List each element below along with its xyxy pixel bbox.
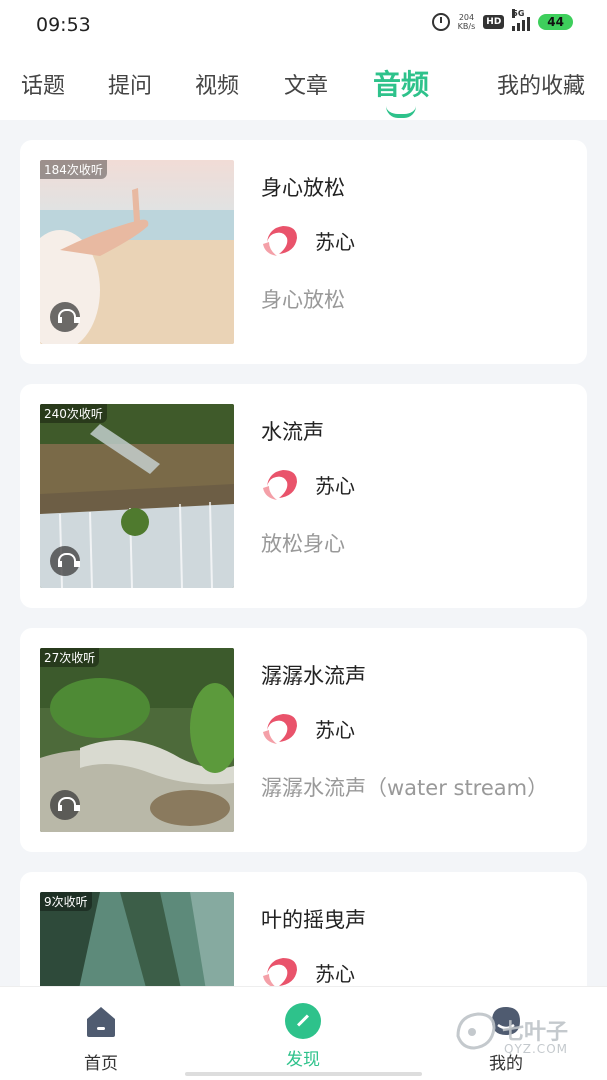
- nav-home-label: 首页: [84, 1054, 118, 1074]
- author-logo-icon: [263, 958, 297, 988]
- nav-discover-label: 发现: [286, 1050, 320, 1070]
- network-speed-value: 204: [458, 13, 475, 22]
- headphone-icon: [50, 790, 80, 820]
- audio-thumbnail: 240次收听: [40, 404, 234, 588]
- tab-audio[interactable]: 音频: [373, 63, 429, 103]
- author-logo-icon: [263, 470, 297, 500]
- card-title: 水流声: [261, 420, 324, 444]
- audio-card[interactable]: 184次收听 身心放松 苏心 身心放松: [20, 140, 587, 364]
- status-bar: 09:53 204 KB/s HD 5G 44: [0, 0, 607, 50]
- tab-articles[interactable]: 文章: [284, 68, 328, 100]
- watermark-leaf-icon: [456, 1012, 496, 1050]
- card-title: 潺潺水流声: [261, 664, 366, 688]
- author-row[interactable]: 苏心: [261, 222, 355, 258]
- alarm-icon: [431, 13, 450, 31]
- active-tab-indicator: [386, 106, 416, 118]
- tab-questions[interactable]: 提问: [108, 68, 152, 100]
- watermark: 七叶子 QYZ.COM: [452, 1006, 602, 1066]
- author-row[interactable]: 苏心: [261, 466, 355, 502]
- card-description: 身心放松: [261, 288, 345, 312]
- card-title: 叶的摇曳声: [261, 908, 366, 932]
- nav-home[interactable]: 首页: [61, 1003, 141, 1074]
- audio-thumbnail: 27次收听: [40, 648, 234, 832]
- tab-favorites[interactable]: 我的收藏: [497, 68, 585, 100]
- author-name: 苏心: [315, 961, 355, 986]
- listen-count-badge: 184次收听: [40, 160, 107, 179]
- author-row[interactable]: 苏心: [261, 954, 355, 990]
- author-name: 苏心: [315, 473, 355, 498]
- status-icons: 204 KB/s HD 5G 44: [431, 9, 573, 31]
- author-logo-icon: [263, 226, 297, 256]
- listen-count-badge: 27次收听: [40, 648, 100, 667]
- hd-badge: HD: [483, 15, 505, 29]
- listen-count-badge: 240次收听: [40, 404, 107, 423]
- author-name: 苏心: [315, 229, 355, 254]
- card-description: 放松身心: [261, 532, 345, 556]
- category-tabs: 话题 提问 视频 文章 音频 我的收藏: [0, 50, 607, 120]
- network-speed-unit: KB/s: [457, 22, 476, 31]
- card-description: 潺潺水流声（water stream）: [261, 776, 549, 800]
- watermark-subtext: QYZ.COM: [504, 1042, 568, 1056]
- status-time: 09:53: [36, 14, 91, 36]
- author-logo-icon: [263, 714, 297, 744]
- signal-icon: 5G: [512, 9, 531, 31]
- headphone-icon: [50, 546, 80, 576]
- compass-icon: [285, 1003, 321, 1039]
- tab-videos[interactable]: 视频: [195, 68, 239, 100]
- battery-indicator: 44: [538, 14, 573, 30]
- headphone-icon: [50, 302, 80, 332]
- listen-count-badge: 9次收听: [40, 892, 92, 911]
- home-icon: [87, 1007, 115, 1037]
- card-title: 身心放松: [261, 176, 345, 200]
- home-indicator: [185, 1072, 422, 1076]
- author-name: 苏心: [315, 717, 355, 742]
- nav-discover[interactable]: 发现: [263, 1003, 343, 1070]
- audio-thumbnail: 184次收听: [40, 160, 234, 344]
- tab-topics[interactable]: 话题: [21, 68, 65, 100]
- network-speed: 204 KB/s: [458, 13, 476, 31]
- author-row[interactable]: 苏心: [261, 710, 355, 746]
- audio-card[interactable]: 240次收听 水流声 苏心 放松身心: [20, 384, 587, 608]
- network-type: 5G: [512, 9, 525, 18]
- audio-card[interactable]: 27次收听 潺潺水流声 苏心 潺潺水流声（water stream）: [20, 628, 587, 852]
